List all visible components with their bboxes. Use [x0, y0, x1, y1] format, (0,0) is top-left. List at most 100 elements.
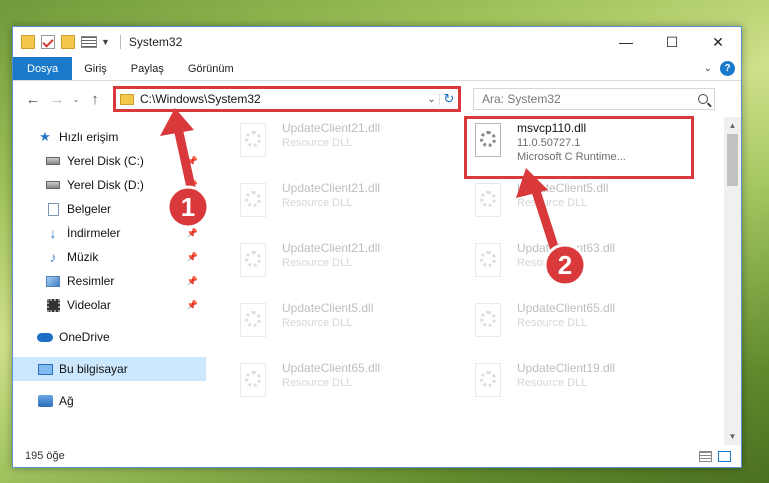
- help-icon[interactable]: ?: [720, 61, 735, 76]
- file-description: Resource DLL: [282, 377, 353, 389]
- back-button[interactable]: ←: [21, 91, 45, 108]
- file-description: Resource DLL: [517, 377, 588, 389]
- file-name: UpdateClient5.dll: [517, 181, 609, 195]
- customize-toolbar-chevron-icon[interactable]: ▼: [101, 37, 110, 47]
- quick-access-toolbar-icon[interactable]: [81, 36, 97, 48]
- scroll-down-icon[interactable]: ▼: [724, 428, 741, 445]
- title-bar: ▼ System32 — ☐ ✕: [13, 27, 741, 57]
- ribbon-tabs: Dosya Giriş Paylaş Görünüm ⌄ ?: [13, 57, 741, 81]
- sidebar-item-documents[interactable]: Belgeler 📌: [13, 197, 206, 221]
- vertical-scrollbar[interactable]: ▲ ▼: [724, 117, 741, 445]
- explorer-window: ▼ System32 — ☐ ✕ Dosya Giriş Paylaş Görü…: [12, 26, 742, 468]
- pin-icon: 📌: [186, 227, 198, 238]
- drive-icon: [45, 154, 61, 168]
- search-input[interactable]: Ara: System32: [473, 88, 715, 110]
- file-item[interactable]: UpdateClient65.dll Resource DLL: [471, 301, 697, 347]
- maximize-button[interactable]: ☐: [649, 27, 695, 57]
- up-button[interactable]: ↑: [83, 91, 107, 108]
- forward-button[interactable]: →: [45, 91, 69, 108]
- tab-file[interactable]: Dosya: [13, 57, 73, 80]
- file-name: UpdateClient19.dll: [517, 361, 616, 375]
- sidebar-item-quick-access[interactable]: ★ Hızlı erişim: [13, 125, 206, 149]
- pin-icon: 📌: [186, 203, 198, 214]
- ribbon-right: ⌄ ?: [704, 57, 741, 80]
- sidebar-item-local-disk-c[interactable]: Yerel Disk (C:) 📌: [13, 149, 206, 173]
- navigation-pane: ★ Hızlı erişim Yerel Disk (C:) 📌 Yerel D…: [13, 117, 206, 445]
- scroll-up-icon[interactable]: ▲: [724, 117, 741, 134]
- window-title: System32: [128, 35, 183, 49]
- sidebar-item-network[interactable]: Ağ: [13, 389, 206, 413]
- address-dropdown-chevron-icon[interactable]: ⌄: [424, 93, 440, 105]
- computer-icon: [37, 362, 53, 376]
- search-icon[interactable]: [698, 94, 708, 104]
- file-name: UpdateClient21.dll: [282, 121, 381, 135]
- refresh-icon[interactable]: ↻: [440, 91, 458, 107]
- folder-icon[interactable]: [21, 35, 35, 49]
- tab-home[interactable]: Giriş: [72, 57, 119, 80]
- tab-view[interactable]: Görünüm: [176, 57, 246, 80]
- dll-file-icon: [236, 361, 270, 401]
- file-description: Resource DLL: [517, 317, 588, 329]
- expand-ribbon-chevron-icon[interactable]: ⌄: [704, 63, 712, 74]
- file-description: Resource DLL: [282, 317, 353, 329]
- download-icon: ↓: [49, 225, 57, 241]
- file-item[interactable]: UpdateClient21.dll Resource DLL: [236, 241, 462, 287]
- file-description: Resource DLL: [517, 197, 588, 209]
- dll-file-icon: [471, 241, 505, 281]
- video-icon: [45, 298, 61, 312]
- pin-icon: 📌: [186, 179, 198, 190]
- dll-file-icon: [471, 301, 505, 341]
- dll-file-icon: [236, 181, 270, 221]
- file-item[interactable]: UpdateClient5.dll Resource DLL: [471, 181, 697, 227]
- pictures-icon: [45, 274, 61, 288]
- file-item[interactable]: UpdateClient21.dll Resource DLL: [236, 181, 462, 227]
- sidebar-item-local-disk-d[interactable]: Yerel Disk (D:) 📌: [13, 173, 206, 197]
- sidebar-item-label: Videolar: [67, 298, 111, 312]
- navigation-bar: ← → ⌄ ↑ C:\Windows\System32 ⌄ ↻ Ara: Sys…: [13, 81, 741, 117]
- dll-file-icon: [471, 361, 505, 401]
- dll-file-icon: [471, 181, 505, 221]
- search-placeholder: Ara: System32: [482, 92, 561, 106]
- dll-file-icon: [236, 301, 270, 341]
- network-icon: [37, 394, 53, 408]
- minimize-button[interactable]: —: [603, 27, 649, 57]
- content-area: ★ Hızlı erişim Yerel Disk (C:) 📌 Yerel D…: [13, 116, 741, 445]
- sidebar-item-label: Belgeler: [67, 202, 112, 216]
- file-description: Resource DLL: [282, 257, 353, 269]
- address-path[interactable]: C:\Windows\System32: [140, 92, 424, 106]
- sidebar-item-label: Yerel Disk (D:): [67, 178, 144, 192]
- music-icon: ♪: [49, 249, 57, 265]
- sidebar-item-label: Müzik: [67, 250, 99, 264]
- sidebar-item-downloads[interactable]: ↓ İndirmeler 📌: [13, 221, 206, 245]
- scrollbar-thumb[interactable]: [727, 134, 738, 186]
- sidebar-item-this-pc[interactable]: Bu bilgisayar: [13, 357, 206, 381]
- sidebar-item-videos[interactable]: Videolar 📌: [13, 293, 206, 317]
- sidebar-item-label: Hızlı erişim: [59, 130, 119, 144]
- address-bar[interactable]: C:\Windows\System32 ⌄ ↻: [113, 86, 461, 112]
- close-button[interactable]: ✕: [695, 27, 741, 57]
- status-bar: 195 öğe: [13, 445, 741, 467]
- sidebar-item-label: OneDrive: [59, 330, 110, 344]
- file-item[interactable]: UpdateClient65.dll Resource DLL: [236, 361, 462, 407]
- sidebar-item-pictures[interactable]: Resimler 📌: [13, 269, 206, 293]
- new-folder-icon[interactable]: [61, 35, 75, 49]
- file-item[interactable]: UpdateClient63.dll Resource DLL: [471, 241, 697, 287]
- properties-check-icon[interactable]: [41, 35, 55, 49]
- file-name: UpdateClient65.dll: [282, 361, 381, 375]
- sidebar-item-music[interactable]: ♪ Müzik 📌: [13, 245, 206, 269]
- file-item[interactable]: UpdateClient5.dll Resource DLL: [236, 301, 462, 347]
- pin-icon: 📌: [186, 251, 198, 262]
- sidebar-item-label: Yerel Disk (C:): [67, 154, 144, 168]
- item-count: 195 öğe: [25, 450, 65, 462]
- large-icons-view-icon[interactable]: [718, 450, 731, 462]
- address-folder-icon: [120, 93, 134, 105]
- details-view-icon[interactable]: [699, 450, 712, 462]
- file-item[interactable]: UpdateClient21.dll Resource DLL: [236, 121, 462, 167]
- drive-icon: [45, 178, 61, 192]
- file-name: UpdateClient5.dll: [282, 301, 374, 315]
- tab-share[interactable]: Paylaş: [119, 57, 176, 80]
- recent-locations-chevron-icon[interactable]: ⌄: [69, 95, 83, 104]
- file-item[interactable]: UpdateClient19.dll Resource DLL: [471, 361, 697, 407]
- sidebar-item-onedrive[interactable]: OneDrive: [13, 325, 206, 349]
- dll-file-icon: [236, 241, 270, 281]
